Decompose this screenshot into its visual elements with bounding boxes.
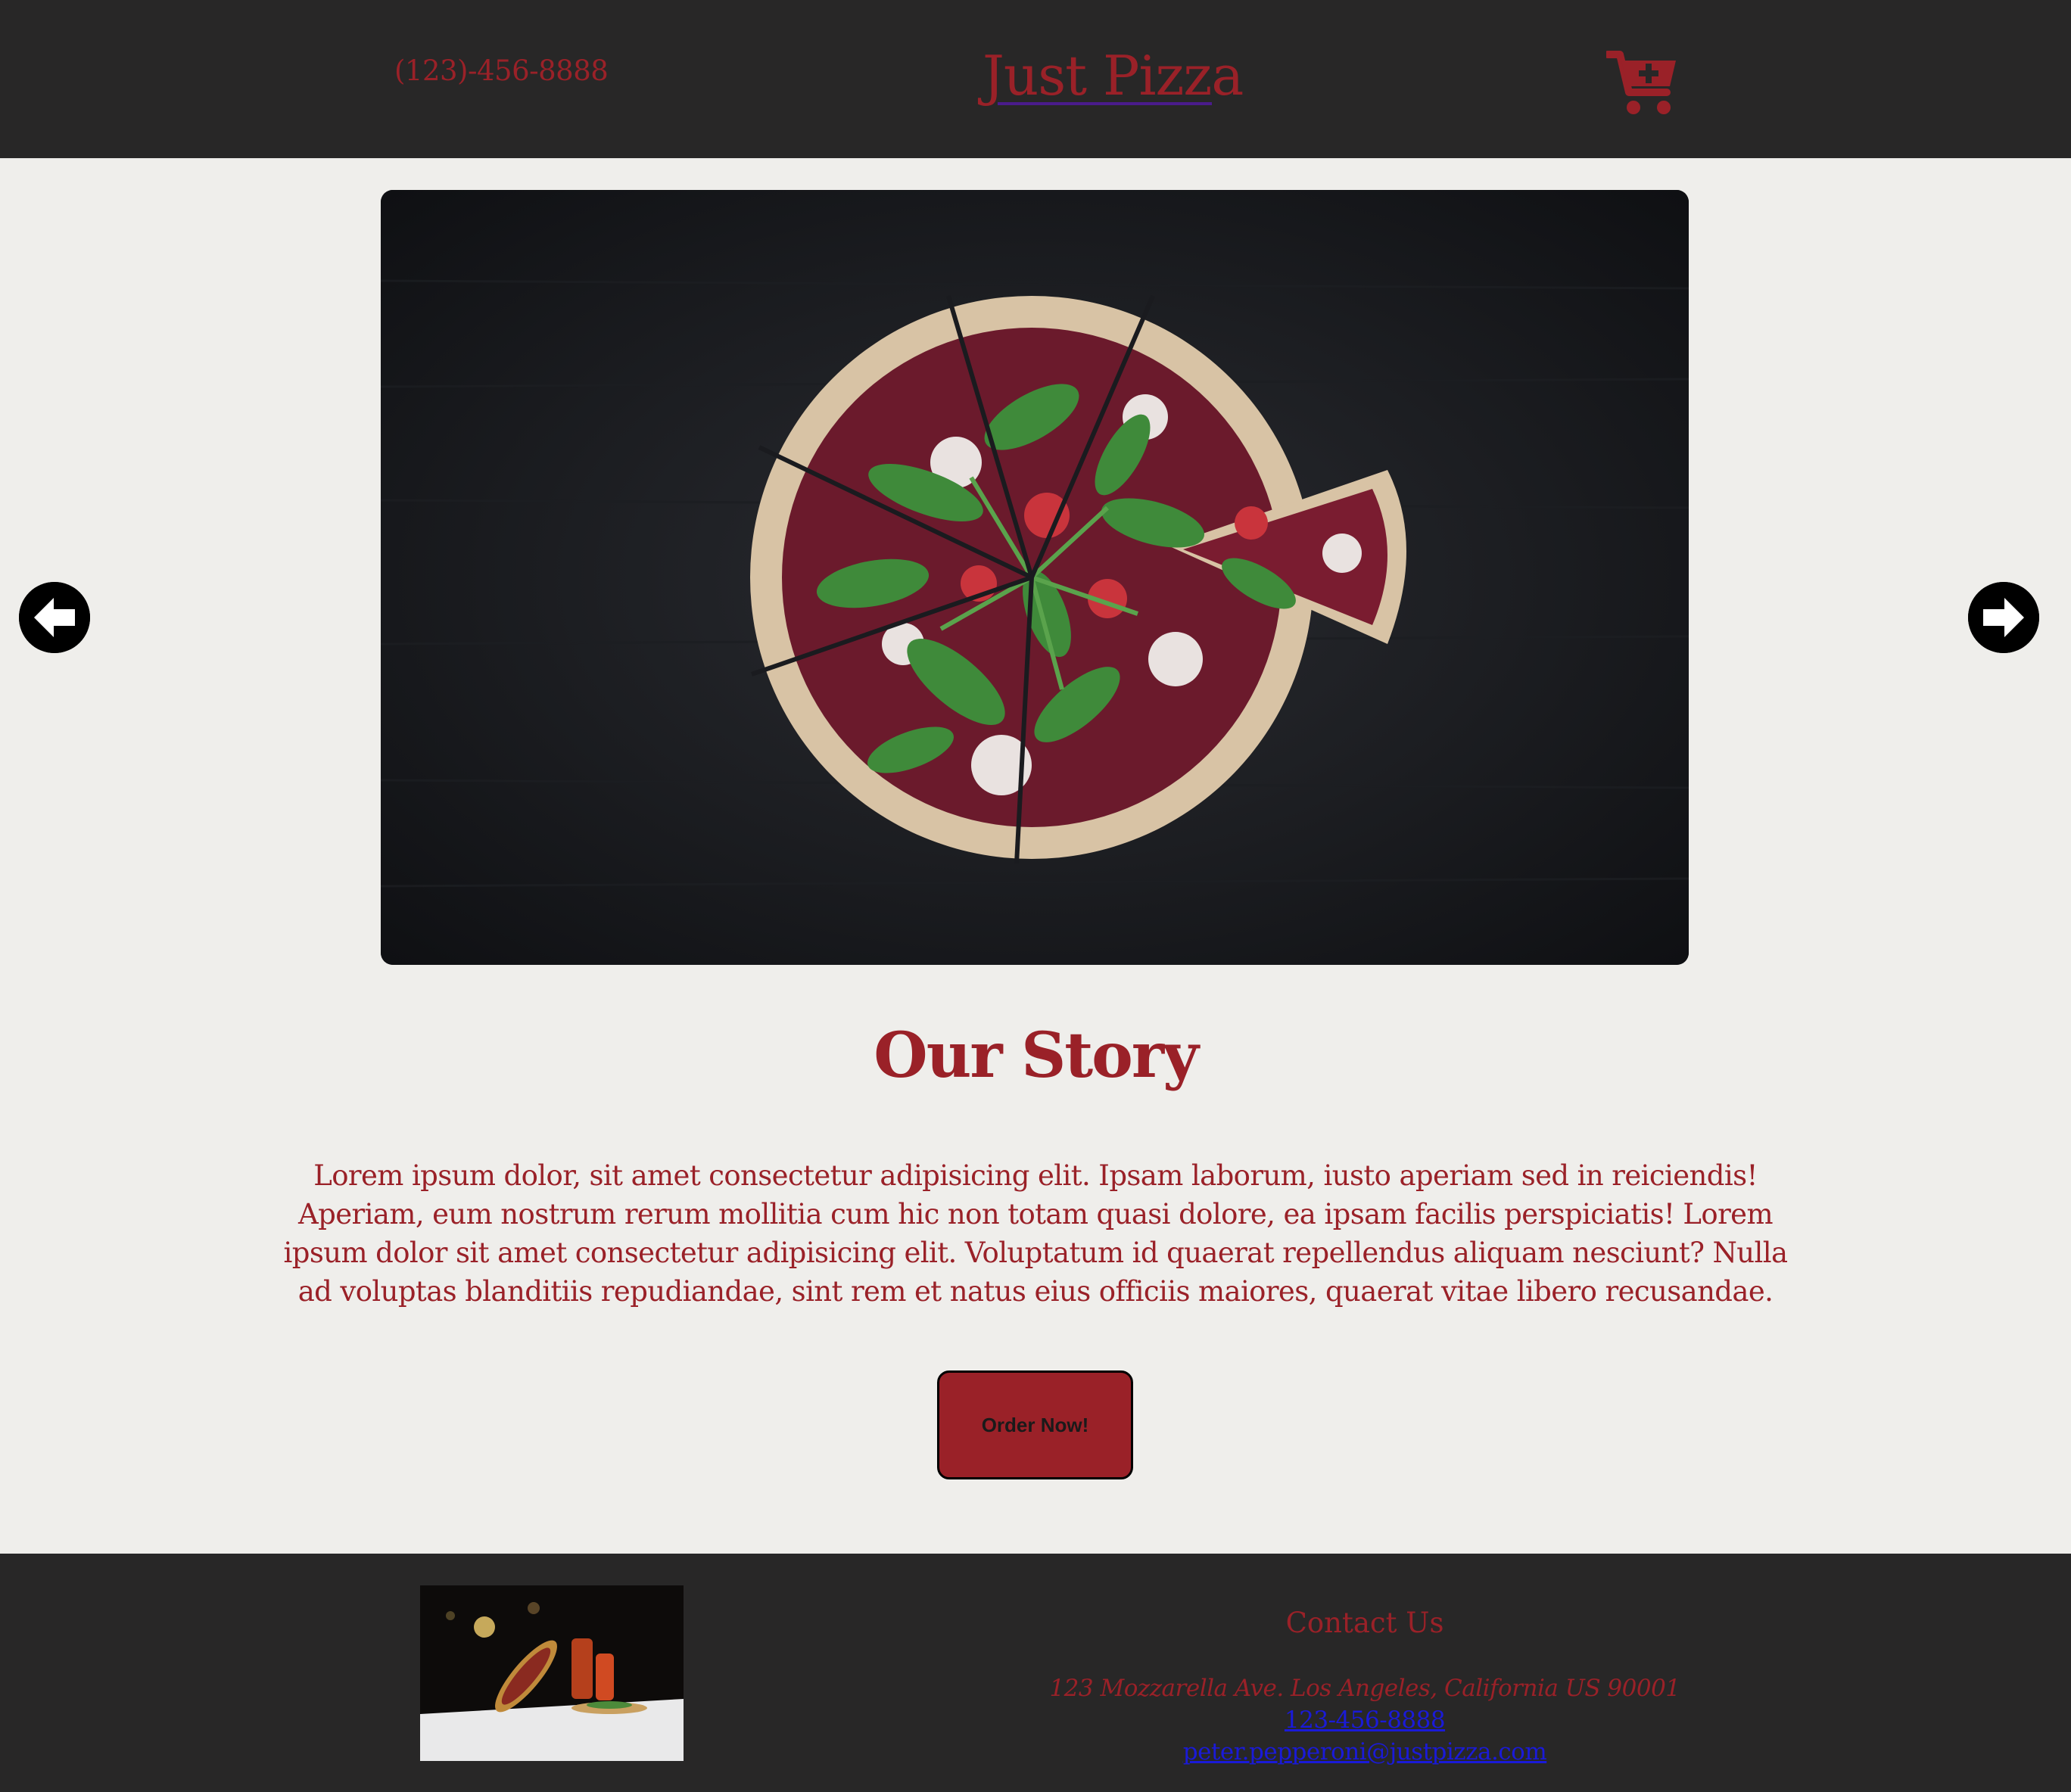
pizza-image: [381, 190, 1689, 965]
story-text: Lorem ipsum dolor, sit amet consectetur …: [283, 1159, 1789, 1308]
contact-title: Contact Us: [1285, 1607, 1444, 1639]
arrow-circle-left-icon: [19, 582, 90, 653]
contact-phone-link[interactable]: 123-456-8888: [986, 1704, 1743, 1736]
carousel-next-button[interactable]: [1968, 582, 2039, 653]
arrow-circle-right-icon: [1968, 582, 2039, 653]
header-phone[interactable]: (123)-456-8888: [394, 54, 609, 87]
contact-address: 123 Mozzarella Ave. Los Angeles, Califor…: [1049, 1675, 1680, 1702]
contact-email-link[interactable]: peter.pepperoni@justpizza.com: [986, 1736, 1743, 1768]
site-footer: Contact Us 123 Mozzarella Ave. Los Angel…: [0, 1554, 2071, 1792]
order-now-button[interactable]: Order Now!: [937, 1370, 1133, 1479]
story-title: Our Story: [874, 1019, 1198, 1092]
brand-logo-link[interactable]: Just Pizza: [983, 44, 1244, 107]
cart-plus-icon[interactable]: [1604, 50, 1679, 117]
footer-pizza-image: [420, 1585, 684, 1761]
brand-underline: [998, 102, 1212, 105]
carousel-prev-button[interactable]: [19, 582, 90, 653]
contact-section: Contact Us 123 Mozzarella Ave. Los Angel…: [986, 1607, 1743, 1768]
site-header: (123)-456-8888 Just Pizza: [0, 0, 2071, 158]
carousel-image: [381, 190, 1689, 965]
